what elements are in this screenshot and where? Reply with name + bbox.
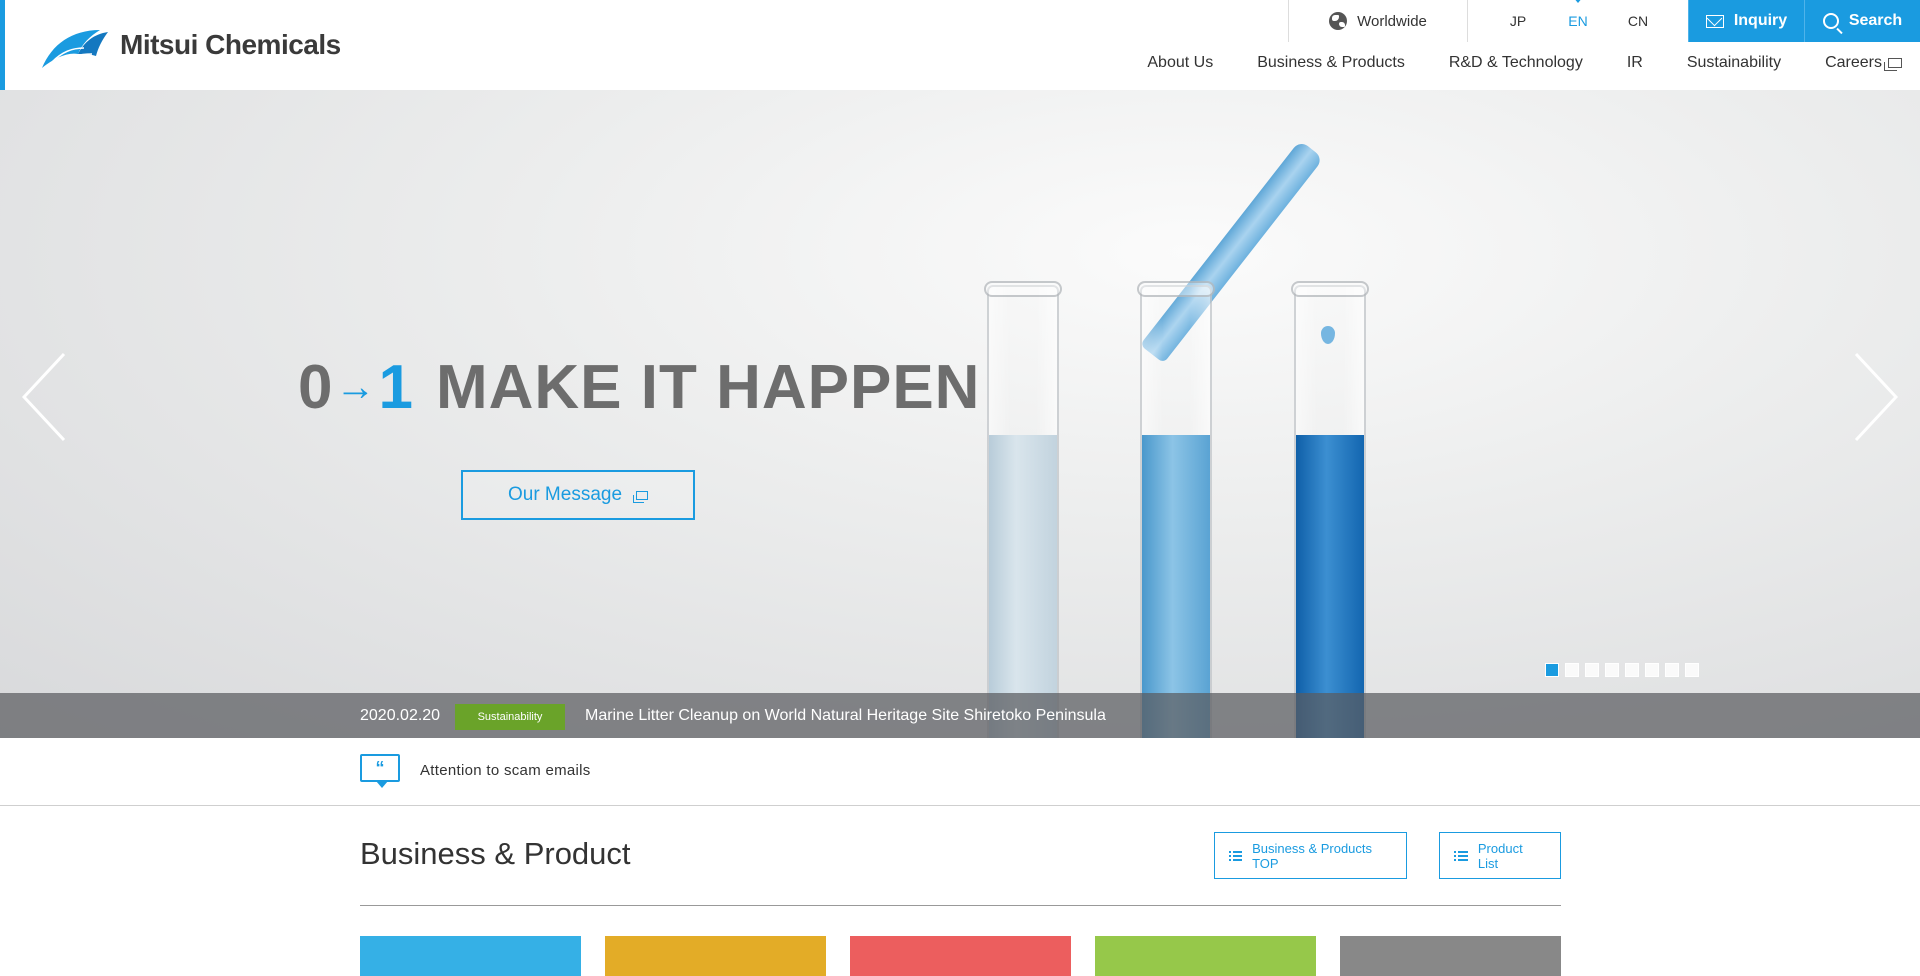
hero-carousel: 0 → 1 MAKE IT HAPPEN Our Message 2020.02… [0,90,1920,738]
worldwide-label: Worldwide [1357,12,1427,30]
lang-jp[interactable]: JP [1488,13,1548,29]
main-nav: About Us Business & Products R&D & Techn… [1125,54,1902,72]
external-link-icon [1884,58,1902,71]
headline-from: 0 [298,353,334,422]
business-card[interactable] [605,936,826,976]
news-category-badge: Sustainability [455,704,565,730]
carousel-dot[interactable] [1585,663,1599,677]
inquiry-button[interactable]: Inquiry [1688,0,1804,42]
business-products-top-label: Business & Products TOP [1252,840,1373,871]
carousel-prev-icon[interactable] [22,352,66,442]
nav-item-business-products[interactable]: Business & Products [1235,54,1427,72]
utility-bar: Worldwide JP EN CN Inquiry Search [1288,0,1920,42]
carousel-dot[interactable] [1665,663,1679,677]
mail-icon [1705,14,1724,28]
test-tube-dark [1291,281,1369,738]
search-button[interactable]: Search [1804,0,1920,42]
carousel-next-icon[interactable] [1854,352,1898,442]
list-icon [1454,850,1468,861]
test-tube-medium [1137,281,1215,738]
search-label: Search [1848,12,1903,29]
nav-item-sustainability[interactable]: Sustainability [1665,54,1803,72]
nav-item-careers[interactable]: Careers [1803,54,1902,72]
business-card[interactable] [1095,936,1316,976]
our-message-button[interactable]: Our Message [461,470,695,520]
business-card[interactable] [850,936,1071,976]
language-switcher: JP EN CN [1468,0,1688,42]
nav-item-ir[interactable]: IR [1605,54,1665,72]
carousel-pagination [1545,663,1699,677]
carousel-dot[interactable] [1565,663,1579,677]
business-products-top-button[interactable]: Business & Products TOP [1214,832,1407,879]
list-icon [1229,850,1243,861]
section-divider [360,905,1561,906]
site-header: Mitsui Chemicals Worldwide JP EN CN Inqu… [0,0,1920,90]
test-tube-light [984,281,1062,738]
carousel-dot[interactable] [1545,663,1559,677]
business-cards [360,936,1561,976]
worldwide-link[interactable]: Worldwide [1288,0,1468,42]
globe-icon [1329,12,1348,30]
news-date: 2020.02.20 [360,706,441,724]
carousel-dot[interactable] [1685,663,1699,677]
section-title: Business & Product [360,836,631,871]
product-list-label: Product List [1477,840,1523,871]
logo-mark-icon [42,30,108,68]
inquiry-label: Inquiry [1733,12,1788,29]
brand-logo[interactable]: Mitsui Chemicals [38,22,341,72]
business-card[interactable] [360,936,581,976]
search-icon [1822,13,1839,29]
headline-text: MAKE IT HAPPEN [435,353,981,422]
external-link-icon [633,490,649,503]
lang-en[interactable]: EN [1548,0,1608,29]
nav-item-rd-technology[interactable]: R&D & Technology [1427,54,1605,72]
hero-headline: 0 → 1 MAKE IT HAPPEN [298,352,980,423]
product-list-button[interactable]: Product List [1439,832,1561,879]
news-title-link[interactable]: Marine Litter Cleanup on World Natural H… [585,707,1106,725]
nav-careers-label: Careers [1825,54,1882,71]
headline-arrow: → [335,365,377,409]
our-message-label: Our Message [507,484,623,505]
brand-name: Mitsui Chemicals [120,29,341,60]
carousel-dot[interactable] [1625,663,1639,677]
notice-link[interactable]: Attention to scam emails [420,762,591,779]
lang-cn[interactable]: CN [1608,13,1668,29]
quote-icon: “ [360,754,400,788]
notice-bar: “ Attention to scam emails [0,738,1920,806]
business-card[interactable] [1340,936,1561,976]
news-ticker[interactable]: 2020.02.20 Sustainability Marine Litter … [0,693,1920,738]
header-accent-bar [0,0,5,90]
nav-item-about-us[interactable]: About Us [1125,54,1235,72]
carousel-dot[interactable] [1605,663,1619,677]
headline-to: 1 [378,353,414,422]
carousel-dot[interactable] [1645,663,1659,677]
